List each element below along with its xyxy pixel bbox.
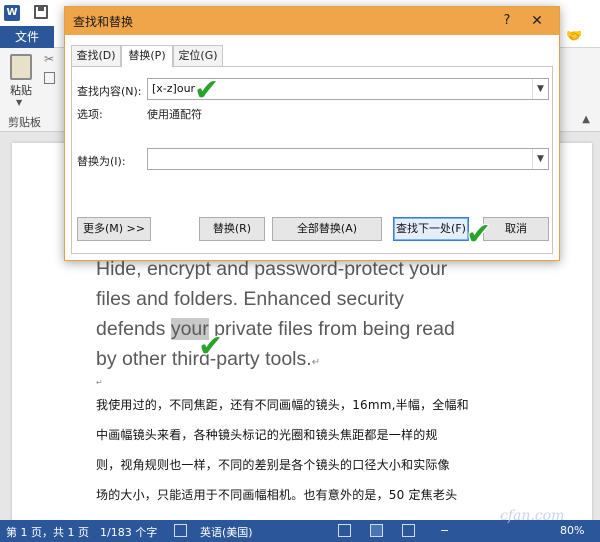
watermark: cfan.com — [500, 508, 565, 524]
tab-find[interactable]: 查找(D) — [71, 45, 121, 67]
collapse-ribbon-icon[interactable]: ▲ — [582, 114, 590, 125]
read-mode-icon[interactable] — [338, 524, 351, 537]
share-icon[interactable]: 🤝 — [566, 29, 586, 45]
tab-replace[interactable]: 替换(P) — [121, 45, 173, 68]
dialog-title-bar[interactable]: 查找和替换 ? ✕ — [65, 7, 559, 35]
zoom-out-icon[interactable]: − — [440, 524, 449, 537]
more-button[interactable]: 更多(M) >> — [77, 217, 151, 241]
clipboard-group-label: 剪贴板 — [8, 116, 41, 129]
paragraph-mark-icon: ↵ — [311, 357, 321, 368]
find-next-button[interactable]: 查找下一处(F) — [393, 217, 469, 241]
chevron-down-icon[interactable]: ▼ — [532, 149, 548, 169]
help-button[interactable]: ? — [497, 10, 517, 32]
document-text: defends — [96, 318, 171, 340]
word-logo-icon: W — [4, 5, 20, 21]
zoom-level[interactable]: 80% — [560, 524, 584, 537]
checkmark-annotation-icon: ✔ — [198, 329, 224, 364]
proofing-icon[interactable] — [174, 524, 187, 537]
document-line[interactable]: Hide, encrypt and password-protect your — [96, 258, 447, 281]
options-label: 选项: — [77, 108, 103, 121]
page-count[interactable]: 第 1 页，共 1 页 — [6, 524, 89, 540]
file-tab[interactable]: 文件 — [0, 26, 54, 48]
replace-all-button[interactable]: 全部替换(A) — [272, 217, 382, 241]
close-button[interactable]: ✕ — [523, 10, 551, 32]
paragraph-mark-icon: ↵ — [96, 378, 103, 387]
document-line[interactable]: 中画幅镜头来看，各种镜头标记的光圈和镜头焦距都是一样的规 — [96, 426, 438, 443]
checkmark-annotation-icon: ✔ — [194, 73, 220, 108]
find-what-label: 查找内容(N): — [77, 85, 142, 98]
cut-icon[interactable]: ✂ — [44, 52, 54, 66]
document-text: private files from being read — [208, 318, 455, 340]
copy-icon[interactable] — [44, 72, 55, 84]
web-layout-icon[interactable] — [402, 524, 415, 537]
replace-with-label: 替换为(I): — [77, 155, 126, 168]
document-line[interactable]: 我使用过的，不同焦距，还有不同画幅的镜头，16mm,半幅，全幅和 — [96, 396, 469, 413]
tab-goto[interactable]: 定位(G) — [173, 45, 223, 67]
save-icon[interactable] — [34, 5, 48, 19]
cancel-button[interactable]: 取消 — [483, 217, 549, 241]
document-line[interactable]: defends your private files from being re… — [96, 318, 455, 341]
replace-button[interactable]: 替换(R) — [199, 217, 265, 241]
options-value: 使用通配符 — [147, 108, 202, 121]
replace-with-input[interactable]: ▼ — [147, 148, 549, 170]
word-count[interactable]: 1/183 个字 — [100, 524, 157, 540]
chevron-down-icon[interactable]: ▼ — [532, 79, 548, 99]
print-layout-icon[interactable] — [370, 524, 383, 537]
checkmark-annotation-icon: ✔ — [466, 217, 492, 252]
document-line[interactable]: 场的大小，只能适用于不同画幅相机。也有意外的是，50 定焦老头 — [96, 486, 457, 503]
dialog-title: 查找和替换 — [73, 15, 134, 29]
paste-dropdown-icon[interactable]: ▼ — [16, 98, 22, 107]
paste-icon[interactable] — [10, 54, 32, 80]
language-indicator[interactable]: 英语(美国) — [200, 524, 253, 540]
document-line[interactable]: 则，视角规则也一样，不同的差别是各个镜头的口径大小和实际像 — [96, 456, 450, 473]
paste-button-label[interactable]: 粘贴 — [10, 82, 32, 98]
find-what-value: [x-z]our — [152, 82, 196, 95]
document-line[interactable]: files and folders. Enhanced security — [96, 288, 404, 311]
